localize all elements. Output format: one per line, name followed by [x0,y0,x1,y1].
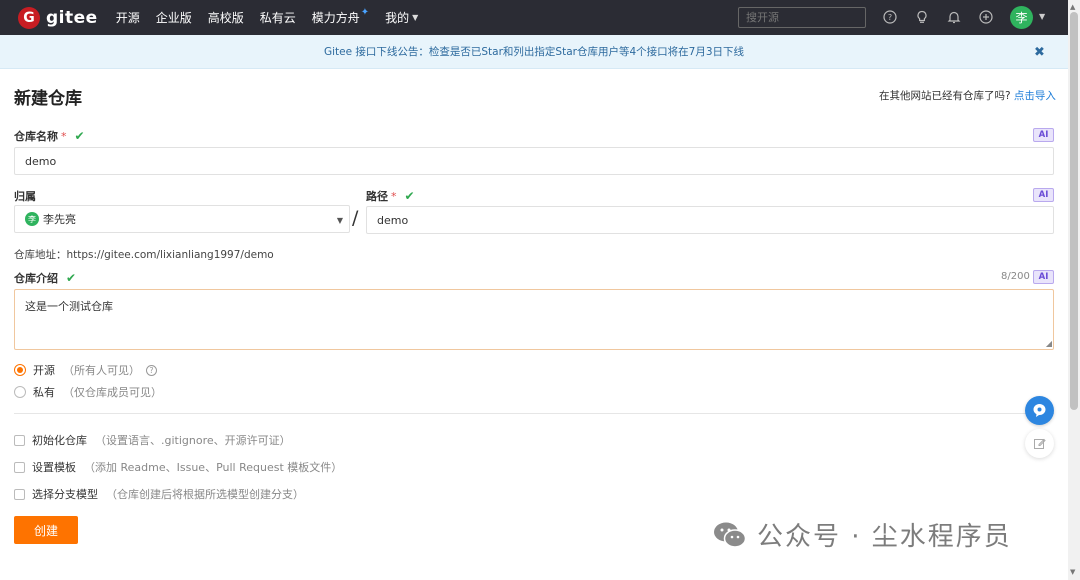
path-separator: / [352,207,359,229]
option-template[interactable]: 设置模板 （添加 Readme、Issue、Pull Request 模板文件） [14,459,342,475]
repo-name-label: 仓库名称 * ✔ [14,129,85,143]
check-icon: ✔ [74,129,85,143]
feedback-float-button[interactable] [1025,429,1054,458]
radio-public[interactable] [14,364,26,376]
page-title: 新建仓库 [14,89,82,109]
visibility-private[interactable]: 私有 （仅仓库成员可见） [14,384,162,400]
option-init-repo[interactable]: 初始化仓库 （设置语言、.gitignore、开源许可证） [14,432,291,448]
check-icon: ✔ [66,271,77,285]
wechat-watermark: 公众号 · 尘水程序员 [713,516,1012,553]
search-input[interactable] [738,7,866,28]
scroll-thumb[interactable] [1070,12,1078,410]
wechat-icon [714,522,747,548]
chevron-down-icon[interactable]: ▼ [1039,12,1045,21]
nav-item-enterprise[interactable]: 企业版 [156,9,192,26]
ai-assist-button[interactable]: AI [1033,128,1054,142]
section-divider [14,413,1054,414]
page-scrollbar[interactable]: ▲ ▼ [1068,0,1080,580]
scroll-up-icon[interactable]: ▲ [1070,3,1075,11]
scroll-down-icon[interactable]: ▼ [1070,568,1075,576]
main-nav: 开源 企业版 高校版 私有云 模力方舟 ✦ 我的 ▼ [116,7,435,26]
chevron-down-icon: ▼ [336,216,343,225]
nav-item-mine[interactable]: 我的 ▼ [385,9,418,26]
radio-private[interactable] [14,386,26,398]
create-button[interactable]: 创建 [14,516,78,544]
description-label: 仓库介绍 ✔ [14,271,77,285]
nav-item-open-source[interactable]: 开源 [116,9,140,26]
assistant-float-button[interactable] [1025,396,1054,425]
gitee-logo-text: gitee [46,7,98,28]
header-icons: ? [880,7,1008,27]
import-hint: 在其他网站已经有仓库了吗? 点击导入 [879,90,1056,102]
help-icon[interactable]: ? [880,7,900,27]
path-label: 路径 * ✔ [366,189,415,203]
lightbulb-icon[interactable] [912,7,932,27]
checkbox-init-repo[interactable] [14,434,25,446]
user-avatar[interactable]: 李 [1010,6,1033,29]
resize-handle-icon[interactable]: ◢ [1046,339,1052,348]
nav-item-moli[interactable]: 模力方舟 ✦ [312,7,370,26]
nav-item-private-cloud[interactable]: 私有云 [260,9,296,26]
option-branch-model[interactable]: 选择分支模型 （仓库创建后将根据所选模型创建分支） [14,486,304,502]
announcement-text[interactable]: Gitee 接口下线公告：检查是否已Star和列出指定Star仓库用户等4个接口… [324,44,744,59]
description-textarea[interactable]: 这是一个测试仓库 ◢ [14,289,1054,350]
chevron-down-icon: ▼ [412,13,419,22]
owner-select[interactable]: 李 李先亮 ▼ [14,205,350,233]
assistant-icon [1033,404,1046,417]
owner-label: 归属 [14,190,36,203]
checkbox-branch-model[interactable] [14,488,25,500]
nav-item-education[interactable]: 高校版 [208,9,244,26]
repo-url: 仓库地址：https://gitee.com/lixianliang1997/d… [14,249,274,261]
check-icon: ✔ [404,189,415,203]
announcement-banner: Gitee 接口下线公告：检查是否已Star和列出指定Star仓库用户等4个接口… [0,35,1068,69]
checkbox-template[interactable] [14,461,25,473]
visibility-public[interactable]: 开源 （所有人可见） ? [14,362,157,378]
svg-text:?: ? [888,13,892,22]
repo-name-input[interactable]: demo [14,147,1054,175]
plus-icon[interactable] [976,7,996,27]
gitee-logo[interactable]: G gitee [18,6,98,29]
help-icon[interactable]: ? [146,364,157,376]
ai-assist-button[interactable]: AI [1033,270,1054,284]
owner-avatar: 李 [25,212,39,226]
bell-icon[interactable] [944,7,964,27]
edit-icon [1034,438,1046,449]
char-counter: 8/200 [1001,271,1030,282]
sparkle-icon: ✦ [360,7,370,18]
path-input[interactable]: demo [366,206,1054,234]
import-link[interactable]: 点击导入 [1014,90,1056,102]
close-icon[interactable]: ✖ [1034,45,1045,60]
ai-assist-button[interactable]: AI [1033,188,1054,202]
gitee-logo-icon: G [18,6,40,29]
